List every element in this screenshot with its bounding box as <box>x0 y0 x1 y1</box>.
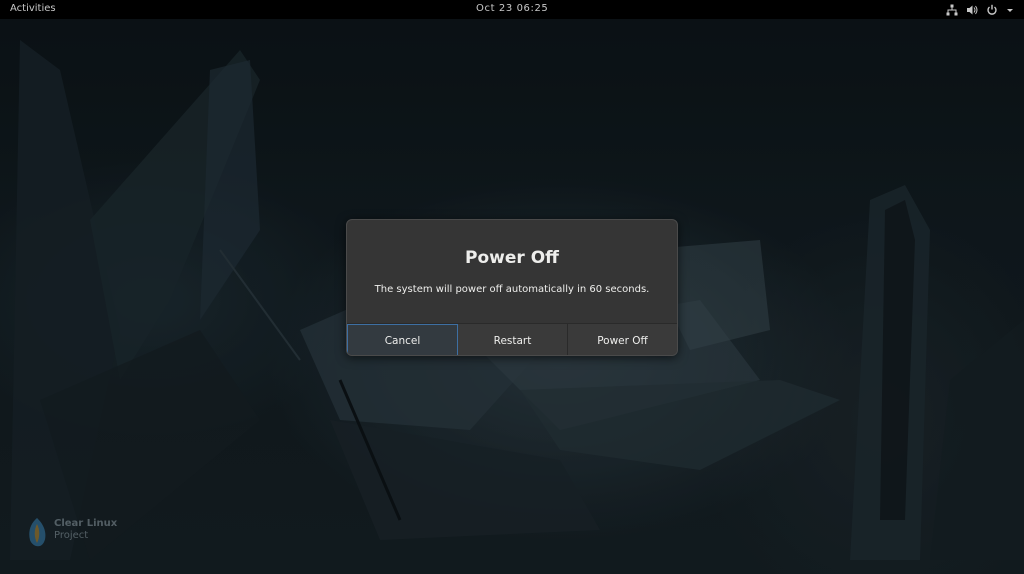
chevron-down-icon <box>1007 8 1013 12</box>
activities-button[interactable]: Activities <box>10 3 56 14</box>
volume-icon <box>967 5 978 14</box>
system-tray[interactable] <box>946 2 1014 17</box>
network-icon <box>946 4 958 15</box>
power-icon <box>987 4 997 15</box>
dialog-message: The system will power off automatically … <box>374 284 650 295</box>
cancel-button[interactable]: Cancel <box>347 324 458 355</box>
restart-button[interactable]: Restart <box>458 324 568 355</box>
top-bar: Activities Oct 23 06:25 <box>0 0 1024 19</box>
power-off-button[interactable]: Power Off <box>568 324 677 355</box>
dialog-title: Power Off <box>465 248 559 268</box>
dialog-button-row: Cancel Restart Power Off <box>347 323 677 355</box>
clock[interactable]: Oct 23 06:25 <box>476 3 548 14</box>
power-off-dialog: Power Off The system will power off auto… <box>346 219 678 356</box>
